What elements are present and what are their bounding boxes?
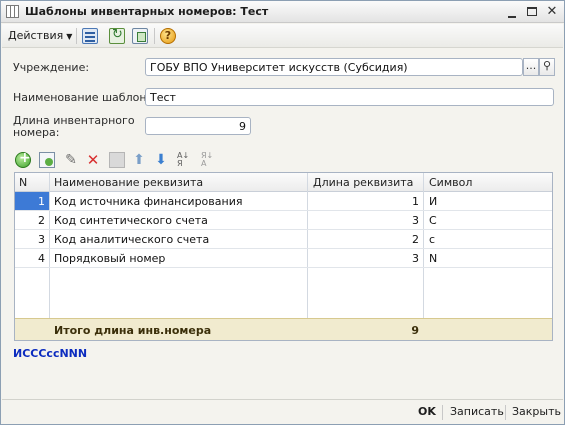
- template-name-input[interactable]: Тест: [145, 88, 554, 106]
- chevron-down-icon: ▼: [66, 31, 73, 41]
- minimize-icon[interactable]: [504, 4, 520, 20]
- help-icon[interactable]: ?: [160, 28, 176, 44]
- form-window: Шаблоны инвентарных номеров: Тест ✕ Дейс…: [0, 0, 565, 425]
- end-edit-icon[interactable]: [109, 152, 125, 168]
- ok-button[interactable]: OK: [418, 405, 436, 418]
- title-bar[interactable]: Шаблоны инвентарных номеров: Тест ✕: [1, 1, 564, 23]
- bottom-bar: OK Записать Закрыть: [2, 399, 563, 424]
- window-title: Шаблоны инвентарных номеров: Тест: [25, 5, 269, 18]
- table-row[interactable]: 2 Код синтетического счета 3 С: [15, 211, 552, 230]
- row-name: Порядковый номер: [54, 252, 166, 265]
- column-header-symbol[interactable]: Символ: [429, 176, 472, 189]
- column-header-name[interactable]: Наименование реквизита: [54, 176, 203, 189]
- row-symbol: С: [429, 214, 437, 227]
- institution-label: Учреждение:: [13, 61, 90, 74]
- open-list-icon[interactable]: [82, 28, 98, 44]
- template-name-label: Наименование шаблона:: [13, 91, 157, 104]
- row-length: 3: [412, 252, 419, 265]
- close-window-icon[interactable]: ✕: [544, 4, 560, 20]
- column-header-n[interactable]: N: [19, 176, 27, 189]
- sort-ascending-icon[interactable]: A↓ Я: [177, 152, 193, 168]
- toolbar-separator: [154, 28, 155, 44]
- copy-document-icon[interactable]: [132, 28, 148, 44]
- table-toolbar: ✎ ✕ ⬆ ⬇ A↓Я Я↓A: [15, 150, 235, 169]
- length-input[interactable]: 9: [145, 117, 251, 135]
- actions-menu-label: Действия: [8, 29, 64, 42]
- bottom-separator: [505, 405, 506, 420]
- row-length: 1: [412, 195, 419, 208]
- row-number: 3: [38, 233, 45, 246]
- window-app-icon: [6, 5, 19, 18]
- actions-menu-button[interactable]: Действия ▼: [8, 29, 72, 42]
- requisites-table: N Наименование реквизита Длина реквизита…: [14, 172, 553, 341]
- copy-row-icon[interactable]: [39, 152, 55, 168]
- close-button[interactable]: Закрыть: [512, 405, 561, 418]
- row-symbol: с: [429, 233, 436, 246]
- total-label: Итого длина инв.номера: [54, 324, 212, 337]
- institution-picker-button[interactable]: ...: [523, 58, 539, 76]
- delete-icon[interactable]: ✕: [85, 152, 101, 168]
- move-down-icon[interactable]: ⬇: [153, 152, 169, 168]
- length-label-line2: номера:: [13, 126, 60, 139]
- row-length: 3: [412, 214, 419, 227]
- total-value: 9: [411, 324, 419, 337]
- form-toolbar: Действия▼ ?: [2, 24, 563, 48]
- refresh-icon[interactable]: [109, 27, 125, 44]
- add-row-icon[interactable]: [15, 150, 31, 168]
- row-name: Код аналитического счета: [54, 233, 210, 246]
- toolbar-separator: [76, 28, 77, 44]
- row-length: 2: [412, 233, 419, 246]
- row-symbol: N: [429, 252, 438, 265]
- table-header: N Наименование реквизита Длина реквизита…: [15, 173, 552, 192]
- maximize-icon[interactable]: [524, 4, 540, 20]
- institution-field[interactable]: ГОБУ ВПО Университет искусств (Субсидия): [145, 58, 523, 76]
- number-format-preview: ИСССссNNN: [13, 347, 88, 360]
- row-number: 4: [38, 252, 45, 265]
- sort-descending-icon[interactable]: Я↓ A: [201, 152, 217, 168]
- table-row[interactable]: 1 Код источника финансирования 1 И: [15, 192, 552, 211]
- column-header-length[interactable]: Длина реквизита: [313, 176, 413, 189]
- row-symbol: И: [429, 195, 438, 208]
- move-up-icon[interactable]: ⬆: [131, 152, 147, 168]
- table-row[interactable]: 3 Код аналитического счета 2 с: [15, 230, 552, 249]
- row-number: 2: [38, 214, 45, 227]
- search-icon[interactable]: ⚲: [539, 58, 555, 76]
- save-button[interactable]: Записать: [450, 405, 504, 418]
- row-name: Код синтетического счета: [54, 214, 208, 227]
- edit-pencil-icon[interactable]: ✎: [63, 152, 79, 168]
- table-total-row: Итого длина инв.номера 9: [15, 318, 552, 340]
- row-name: Код источника финансирования: [54, 195, 243, 208]
- row-number: 1: [38, 195, 45, 208]
- table-row[interactable]: 4 Порядковый номер 3 N: [15, 249, 552, 268]
- bottom-separator: [442, 405, 443, 420]
